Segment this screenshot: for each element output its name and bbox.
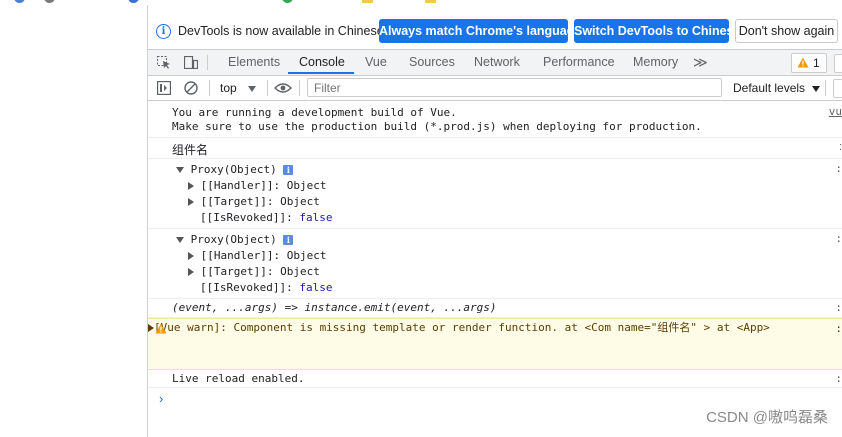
proxy-title: Proxy(Object) — [190, 163, 277, 176]
toolbar-divider — [825, 80, 826, 96]
source-link[interactable]: : — [835, 322, 842, 335]
inspect-element-icon[interactable] — [157, 56, 171, 69]
console-message: Live reload enabled. : — [148, 369, 842, 388]
eye-icon[interactable] — [274, 82, 292, 94]
active-tab-indicator — [288, 72, 354, 74]
info-badge-icon[interactable]: i — [283, 235, 294, 245]
dont-show-again-button[interactable]: Don't show again — [735, 19, 838, 43]
device-toolbar-icon[interactable] — [184, 56, 198, 69]
property-row[interactable]: [[Target]]: Object — [188, 265, 320, 278]
switch-to-chinese-button[interactable]: Switch DevTools to Chinese — [574, 19, 740, 43]
source-link[interactable]: vu — [829, 105, 842, 118]
toolbar-divider — [267, 80, 268, 96]
bookmark-icon[interactable] — [44, 0, 61, 4]
log-levels-label: Default levels — [733, 81, 806, 95]
property-row: [[IsRevoked]]: false — [200, 281, 333, 294]
sidebar-toggle-icon[interactable] — [157, 81, 171, 95]
folder-icon[interactable] — [362, 0, 379, 4]
issues-button-edge[interactable] — [833, 79, 842, 98]
language-infobar: i DevTools is now available in Chinese! … — [148, 17, 842, 47]
log-levels-dropdown[interactable]: Default levels — [733, 80, 821, 96]
proxy-expander[interactable]: Proxy(Object) i — [176, 163, 294, 176]
property-row: [[IsRevoked]]: false — [200, 211, 333, 224]
warning-trace: at <Com name="组件名" > — [564, 321, 711, 334]
tab-network[interactable]: Network — [474, 50, 520, 75]
console-toolbar: top Default levels — [148, 76, 842, 101]
info-icon: i — [156, 24, 171, 39]
console-message: 组件名 : — [148, 138, 842, 159]
chevron-down-icon — [812, 85, 821, 92]
collapse-arrow-icon — [188, 252, 194, 260]
tab-divider — [207, 55, 208, 70]
tab-elements[interactable]: Elements — [228, 50, 280, 75]
message-text: (event, ...args) => instance.emit(event,… — [172, 301, 497, 314]
message-text: Live reload enabled. — [172, 372, 305, 385]
source-link[interactable]: : — [835, 372, 842, 385]
console-message: You are running a development build of V… — [148, 102, 842, 138]
filter-input[interactable] — [307, 78, 722, 97]
info-badge-icon[interactable]: i — [283, 165, 294, 175]
console-prompt[interactable]: › — [159, 391, 163, 406]
property-row[interactable]: [[Target]]: Object — [188, 195, 320, 208]
warnings-badge[interactable]: 1 — [791, 53, 827, 73]
source-link[interactable]: : — [835, 301, 842, 314]
watermark: CSDN @嗷呜磊桑 — [706, 409, 828, 426]
warning-icon — [155, 323, 167, 334]
infobar-text: DevTools is now available in Chinese! — [178, 24, 388, 38]
console-message-proxy: Proxy(Object) i [[Handler]]: Object [[Ta… — [148, 159, 842, 229]
more-tabs-icon[interactable]: ≫ — [693, 50, 708, 75]
settings-button-edge[interactable] — [834, 54, 842, 73]
console-warning-message: [Vue warn]: Component is missing templat… — [148, 318, 842, 370]
warning-trace: at <App> — [716, 321, 770, 334]
console-message: (event, ...args) => instance.emit(event,… — [148, 299, 842, 318]
tab-performance[interactable]: Performance — [543, 50, 615, 75]
toolbar-divider — [299, 80, 300, 96]
devtools-panel: i DevTools is now available in Chinese! … — [148, 5, 842, 437]
warning-expander[interactable]: [Vue warn]: Component is missing templat… — [148, 321, 558, 334]
property-row[interactable]: [[Handler]]: Object — [188, 179, 326, 192]
chevron-down-icon — [248, 85, 257, 92]
source-link[interactable]: : — [835, 162, 842, 175]
clear-console-icon[interactable] — [184, 81, 198, 95]
expand-arrow-icon — [176, 237, 184, 243]
message-text: 组件名 — [172, 143, 209, 157]
tab-vue[interactable]: Vue — [365, 50, 387, 75]
message-text: Make sure to use the production build (*… — [172, 120, 702, 133]
folder-icon[interactable] — [425, 0, 442, 4]
tab-sources[interactable]: Sources — [409, 50, 455, 75]
devtools-tabbar: Elements Console Vue Sources Network Per… — [148, 49, 842, 76]
page-viewport — [0, 5, 148, 437]
source-link[interactable]: : — [835, 232, 842, 245]
expand-arrow-icon — [176, 167, 184, 173]
context-label: top — [220, 81, 237, 95]
collapse-arrow-icon — [188, 268, 194, 276]
property-row[interactable]: [[Handler]]: Object — [188, 249, 326, 262]
bookmark-icon[interactable] — [128, 0, 145, 4]
context-selector[interactable]: top — [220, 80, 257, 96]
proxy-title: Proxy(Object) — [190, 233, 277, 246]
console-message-proxy: Proxy(Object) i [[Handler]]: Object [[Ta… — [148, 229, 842, 299]
message-text: You are running a development build of V… — [172, 106, 457, 119]
bookmark-icon[interactable] — [282, 0, 299, 4]
always-match-language-button[interactable]: Always match Chrome's language — [379, 19, 581, 43]
warnings-count: 1 — [813, 56, 820, 70]
warning-text: [Vue warn]: Component is missing templat… — [154, 321, 558, 334]
proxy-expander[interactable]: Proxy(Object) i — [176, 233, 294, 246]
bookmark-icon[interactable] — [14, 0, 31, 4]
collapse-arrow-icon — [188, 182, 194, 190]
toolbar-divider — [209, 80, 210, 96]
collapse-arrow-icon — [188, 198, 194, 206]
tab-memory[interactable]: Memory — [633, 50, 678, 75]
warning-icon — [797, 57, 809, 68]
